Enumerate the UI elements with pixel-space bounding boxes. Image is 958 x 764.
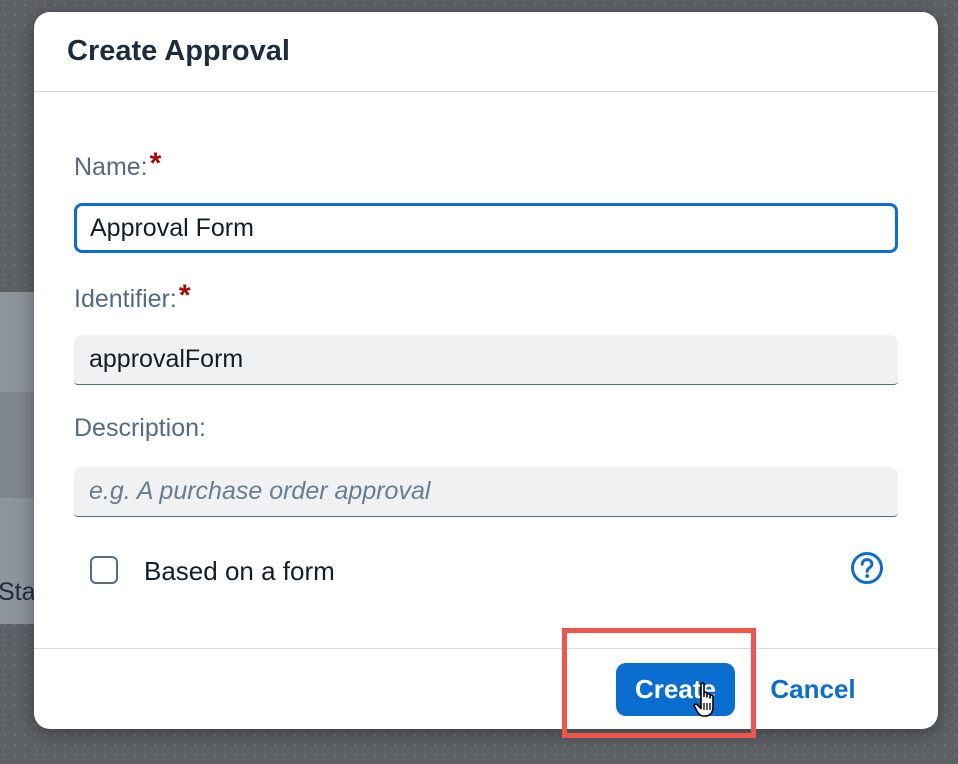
description-input[interactable] <box>74 467 898 517</box>
based-on-form-checkbox[interactable] <box>90 556 118 584</box>
question-circle-icon[interactable] <box>850 551 884 585</box>
name-label: Name:* <box>74 147 162 183</box>
background-partial-text: Sta <box>0 578 36 606</box>
identifier-label-text: Identifier: <box>74 285 177 313</box>
identifier-input[interactable] <box>74 335 898 385</box>
dialog-title: Create Approval <box>67 35 290 67</box>
identifier-label: Identifier:* <box>74 279 191 315</box>
required-marker: * <box>178 279 191 312</box>
name-label-text: Name: <box>74 153 148 181</box>
name-input[interactable] <box>74 203 898 253</box>
dialog-header: Create Approval <box>34 12 938 92</box>
create-approval-dialog: Create Approval Name:* Identifier:* Desc… <box>34 12 938 729</box>
required-marker: * <box>149 147 162 180</box>
description-label: Description: <box>74 414 206 442</box>
cancel-button[interactable]: Cancel <box>758 663 868 716</box>
hand-cursor-icon <box>693 682 714 717</box>
based-on-form-label: Based on a form <box>144 556 335 586</box>
